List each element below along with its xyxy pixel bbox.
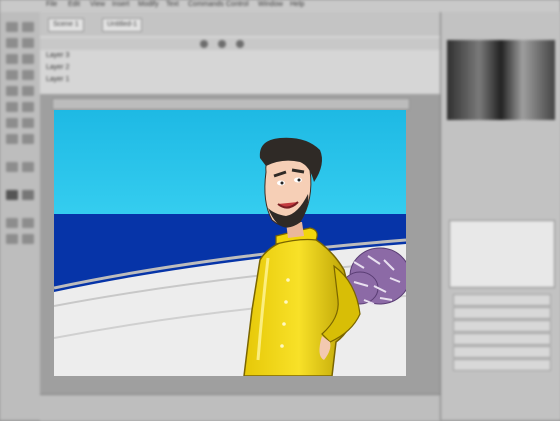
smooth-option-icon[interactable] [22,218,34,228]
coat-button [286,278,290,282]
layer-row[interactable]: Layer 3 [40,52,440,62]
eyedropper-tool-icon[interactable] [6,134,18,144]
cartoon-illustration [54,110,406,376]
color-swatches[interactable] [447,40,555,120]
pupil [297,178,301,182]
edit-bar [52,98,410,110]
text-tool-icon[interactable] [22,54,34,64]
stage-canvas[interactable] [54,110,406,376]
menu-item-text[interactable]: Text [166,1,179,8]
lasso-tool-icon[interactable] [22,38,34,48]
coat-button [284,300,288,304]
menu-item-control[interactable]: Control [226,1,249,8]
pencil-tool-icon[interactable] [6,86,18,96]
library-item[interactable] [453,294,551,306]
layer-name: Layer 1 [46,76,70,83]
free-transform-tool-icon[interactable] [6,102,18,112]
paint-bucket-tool-icon[interactable] [22,118,34,128]
brush-tool-icon[interactable] [22,86,34,96]
hand-tool-icon[interactable] [6,162,18,172]
library-item[interactable] [453,320,551,332]
lock-icon[interactable] [218,40,226,48]
menu-item-help[interactable]: Help [290,1,304,8]
eraser-tool-icon[interactable] [22,134,34,144]
straighten-option-icon[interactable] [6,234,18,244]
library-item[interactable] [453,307,551,319]
layer-row[interactable]: Layer 2 [40,64,440,74]
coat-button [282,322,286,326]
sky [54,110,406,220]
menu-item-file[interactable]: File [46,1,57,8]
layer-name: Layer 2 [46,64,70,71]
pen-tool-icon[interactable] [6,54,18,64]
timeline-panel: Layer 3 Layer 2 Layer 1 [40,36,440,95]
eye-icon[interactable] [200,40,208,48]
menu-item-modify[interactable]: Modify [138,1,159,8]
rectangle-tool-icon[interactable] [22,70,34,80]
tab-document[interactable]: Untitled-1 [102,18,142,32]
menu-item-view[interactable]: View [90,1,105,8]
coat-button [280,344,284,348]
pupil [280,181,284,185]
right-dock [440,12,560,420]
tool-option-icon[interactable] [22,234,34,244]
zoom-tool-icon[interactable] [22,162,34,172]
library-preview [449,220,555,288]
document-tab-bar: Scene 1 Untitled-1 [40,12,440,37]
library-item[interactable] [453,359,551,371]
menu-item-window[interactable]: Window [258,1,283,8]
oval-tool-icon[interactable] [6,70,18,80]
menu-item-insert[interactable]: Insert [112,1,130,8]
timeline-header [40,38,440,50]
line-tool-icon[interactable] [6,38,18,48]
layer-name: Layer 3 [46,52,70,59]
library-item[interactable] [453,346,551,358]
tools-panel [0,12,41,420]
tab-scene[interactable]: Scene 1 [48,18,84,32]
snap-option-icon[interactable] [6,218,18,228]
menu-item-edit[interactable]: Edit [68,1,80,8]
properties-bar [40,394,440,421]
eyebrow [291,168,305,174]
stroke-color-swatch[interactable] [6,190,18,200]
outline-icon[interactable] [236,40,244,48]
library-item[interactable] [453,333,551,345]
ink-bottle-tool-icon[interactable] [6,118,18,128]
fill-transform-tool-icon[interactable] [22,102,34,112]
selection-tool-icon[interactable] [6,22,18,32]
layer-row[interactable]: Layer 1 [40,76,440,86]
menu-item-commands[interactable]: Commands [188,1,224,8]
fill-color-swatch[interactable] [22,190,34,200]
subselection-tool-icon[interactable] [22,22,34,32]
